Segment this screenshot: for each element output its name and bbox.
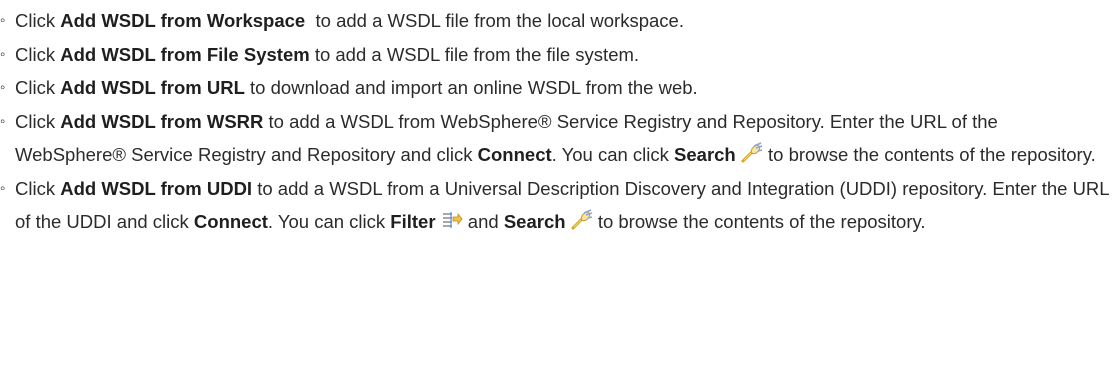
item-text: Click [15, 110, 61, 132]
action-name: Add WSDL from File System [60, 43, 310, 65]
bullet-marker: ◦ [0, 112, 6, 130]
bullet-marker: ◦ [0, 79, 6, 96]
item-text: Click [15, 43, 61, 65]
item-text: Click [15, 77, 61, 98]
item-text: to browse the contents of the repository… [768, 144, 1096, 165]
filter-label: Filter [390, 211, 436, 232]
wsdl-options-list: ◦ Click Add WSDL from Workspace to add a… [0, 4, 1113, 239]
action-name: Add WSDL from WSRR [60, 110, 264, 132]
search-icon [741, 142, 763, 164]
item-text: to download and import an online WSDL fr… [244, 77, 698, 98]
list-item-wsrr: ◦ Click Add WSDL from WSRR to add a WSDL… [0, 105, 1113, 172]
list-item-url: ◦ Click Add WSDL from URL to download an… [0, 71, 1113, 105]
list-item-uddi: ◦ Click Add WSDL from UDDI to add a WSDL… [0, 172, 1113, 239]
search-icon [571, 209, 593, 231]
bullet-marker: ◦ [0, 179, 6, 197]
search-label: Search [674, 144, 736, 165]
list-item-workspace: ◦ Click Add WSDL from Workspace to add a… [0, 4, 1113, 38]
item-text: . You can click [551, 144, 675, 165]
action-name: Add WSDL from UDDI [60, 177, 253, 199]
document-body: ◦ Click Add WSDL from Workspace to add a… [0, 0, 1113, 239]
bullet-marker: ◦ [0, 12, 6, 29]
action-name: Add WSDL from URL [60, 77, 245, 98]
connect-label: Connect [193, 211, 268, 232]
item-text: to add a WSDL file from the file system. [309, 43, 640, 65]
action-name: Add WSDL from Workspace [60, 10, 306, 31]
item-text: . You can click [267, 211, 391, 232]
item-text: and [462, 211, 504, 232]
item-text: Click [15, 177, 61, 199]
item-text: to add a WSDL file from the local worksp… [305, 10, 684, 31]
search-label: Search [503, 211, 566, 232]
item-text: to browse the contents of the repository… [597, 211, 926, 232]
bullet-marker: ◦ [0, 45, 6, 63]
filter-icon [441, 209, 463, 231]
list-item-file-system: ◦ Click Add WSDL from File System to add… [0, 38, 1113, 72]
connect-label: Connect [477, 144, 552, 165]
item-text: Click [15, 10, 61, 31]
